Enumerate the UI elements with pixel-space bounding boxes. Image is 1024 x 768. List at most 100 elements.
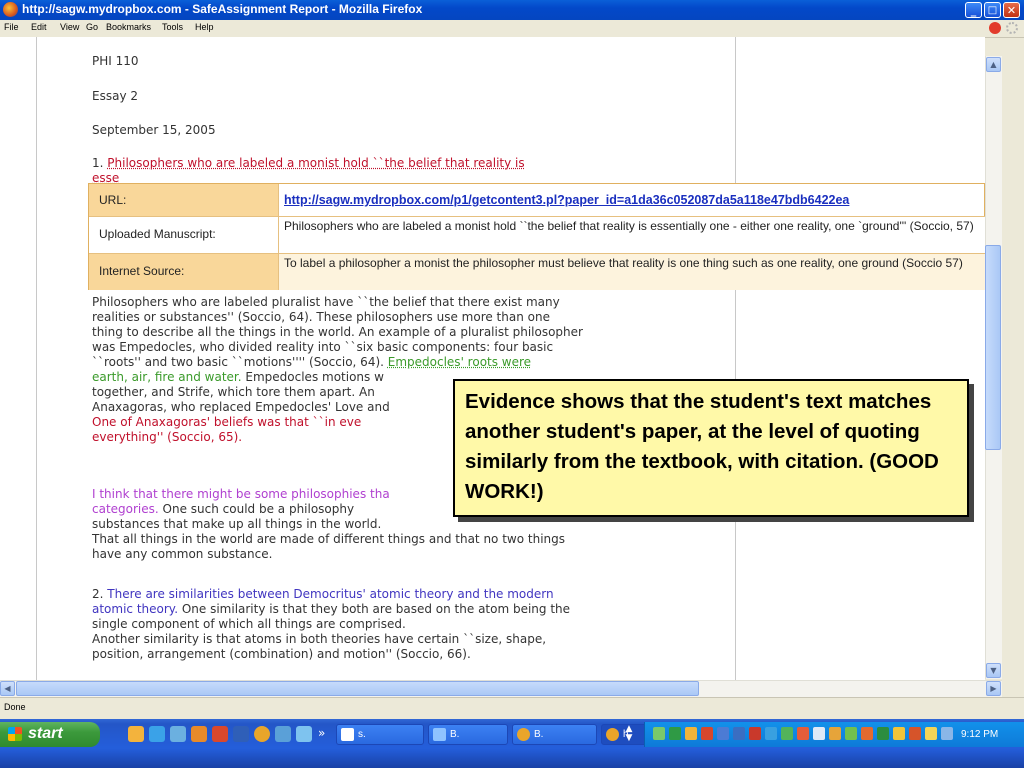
p2-line: realities or substances'' (Soccio, 64). …: [92, 310, 550, 324]
quicklaunch-more-icon[interactable]: »: [318, 726, 325, 740]
firefox-icon: [517, 728, 530, 741]
window-title: http://sagw.mydropbox.com - SafeAssignme…: [22, 2, 423, 16]
p3-line: have any common substance.: [92, 547, 273, 561]
source-url-link[interactable]: http://sagw.mydropbox.com/p1/getcontent3…: [284, 193, 849, 207]
menu-go[interactable]: Go: [86, 22, 98, 32]
popup-row-manuscript: Uploaded Manuscript: Philosophers who ar…: [89, 216, 986, 254]
scroll-up-arrow-icon[interactable]: ▲: [986, 57, 1001, 72]
manuscript-label: Uploaded Manuscript:: [89, 217, 279, 254]
title-bar: http://sagw.mydropbox.com - SafeAssignme…: [0, 0, 1024, 20]
menu-file[interactable]: File: [4, 22, 19, 32]
menu-tools[interactable]: Tools: [162, 22, 183, 32]
stop-icon[interactable]: [989, 22, 1001, 34]
p2-line: thing to describe all the things in the …: [92, 325, 583, 339]
tray-app-icon[interactable]: [765, 727, 777, 740]
match-highlight[interactable]: There are similarities between Democritu…: [107, 587, 553, 601]
tray-app-icon[interactable]: [829, 727, 841, 740]
tray-network-icon[interactable]: [653, 727, 665, 740]
tray-app-icon[interactable]: [749, 727, 761, 740]
quicklaunch-app-icon[interactable]: [212, 726, 228, 742]
tray-app-icon[interactable]: [941, 727, 953, 740]
report-content: PHI 110 Essay 2 September 15, 2005 1. Ph…: [0, 37, 985, 680]
match-highlight[interactable]: Empedocles' roots were: [388, 355, 531, 369]
p4-line: atomic theory. One similarity is that th…: [92, 602, 571, 616]
status-text: Done: [4, 702, 26, 712]
menu-edit[interactable]: Edit: [31, 22, 47, 32]
taskbar-item[interactable]: B.: [512, 724, 597, 745]
course-line: PHI 110: [92, 54, 139, 68]
start-button[interactable]: start: [0, 722, 100, 747]
p4-line: single component of which all things are…: [92, 617, 406, 631]
page-border-left: [36, 37, 37, 680]
tray-app-icon[interactable]: [861, 727, 873, 740]
scroll-left-arrow-icon[interactable]: ◀: [0, 681, 15, 696]
quicklaunch-user-icon[interactable]: [128, 726, 144, 742]
match-details-popup: URL: http://sagw.mydropbox.com/p1/getcon…: [88, 183, 986, 290]
quicklaunch-firefox-icon[interactable]: [254, 726, 270, 742]
match-highlight[interactable]: atomic theory.: [92, 602, 178, 616]
taskbar-item[interactable]: s.: [336, 724, 424, 745]
close-button[interactable]: ✕: [1003, 2, 1020, 18]
essay-line: Essay 2: [92, 89, 138, 103]
tray-app-icon[interactable]: [909, 727, 921, 740]
tray-app-icon[interactable]: [733, 727, 745, 740]
p4-line: Another similarity is that atoms in both…: [92, 632, 547, 646]
menu-view[interactable]: View: [60, 22, 79, 32]
tray-app-icon[interactable]: [893, 727, 905, 740]
tray-app-icon[interactable]: [685, 727, 697, 740]
tray-app-icon[interactable]: [717, 727, 729, 740]
tray-app-icon[interactable]: [701, 727, 713, 740]
manuscript-text: Philosophers who are labeled a monist ho…: [284, 219, 974, 233]
popup-row-source: Internet Source: To label a philosopher …: [89, 253, 986, 290]
tray-app-icon[interactable]: [797, 727, 809, 740]
document-icon: [341, 728, 354, 741]
internet-source-text: To label a philosopher a monist the phil…: [284, 256, 963, 270]
browser-icon: [433, 728, 446, 741]
maximize-button[interactable]: □: [984, 2, 1001, 18]
url-label: URL:: [89, 184, 279, 216]
tray-app-icon[interactable]: [813, 727, 825, 740]
tray-app-icon[interactable]: [877, 727, 889, 740]
tray-app-icon[interactable]: [669, 727, 681, 740]
p2-line: was Empedocles, who divided reality into…: [92, 340, 554, 354]
match-highlight[interactable]: earth, air, fire and water.: [92, 370, 242, 384]
paragraph-4: 2. There are similarities between Democr…: [92, 587, 686, 662]
p1-line[interactable]: 1. Philosophers who are labeled a monist…: [92, 156, 686, 171]
taskbar-scroll-arrows-icon[interactable]: ▲ ▼: [622, 725, 636, 743]
vertical-scroll-thumb[interactable]: [985, 245, 1001, 450]
p3-line: substances that make up all things in th…: [92, 517, 382, 531]
p2-line: Philosophers who are labeled pluralist h…: [92, 295, 560, 309]
quicklaunch-app-icon[interactable]: [191, 726, 207, 742]
scroll-down-arrow-icon[interactable]: ▼: [986, 663, 1001, 678]
p3-line: That all things in the world are made of…: [92, 532, 565, 546]
quicklaunch-app-icon[interactable]: [296, 726, 312, 742]
taskbar-item[interactable]: B.: [428, 724, 508, 745]
system-tray: 9:12 PM: [644, 722, 1024, 747]
quicklaunch-word-icon[interactable]: [233, 726, 249, 742]
firefox-icon: [606, 728, 619, 741]
menu-help[interactable]: Help: [195, 22, 214, 32]
callout-text: Evidence shows that the student's text m…: [465, 390, 939, 503]
menu-bookmarks[interactable]: Bookmarks: [106, 22, 151, 32]
evidence-callout: Evidence shows that the student's text m…: [453, 379, 969, 517]
p4-line: 2. There are similarities between Democr…: [92, 587, 554, 601]
match-highlight[interactable]: categories.: [92, 502, 159, 516]
date-line: September 15, 2005: [92, 123, 216, 137]
quicklaunch-app-icon[interactable]: [149, 726, 165, 742]
menu-bar: File Edit View Go Bookmarks Tools Help: [0, 20, 1024, 38]
tray-app-icon[interactable]: [781, 727, 793, 740]
tray-app-icon[interactable]: [845, 727, 857, 740]
p2-line: ``roots'' and two basic ``motions'''' (S…: [92, 355, 532, 369]
internet-source-label: Internet Source:: [89, 254, 279, 290]
status-bar: Done: [0, 697, 1024, 719]
windows-flag-icon: [8, 727, 22, 741]
minimize-button[interactable]: _: [965, 2, 982, 18]
quicklaunch-ie-icon[interactable]: [170, 726, 186, 742]
scroll-right-arrow-icon[interactable]: ▶: [986, 681, 1001, 696]
firefox-icon: [3, 2, 18, 17]
quicklaunch-app-icon[interactable]: [275, 726, 291, 742]
clock[interactable]: 9:12 PM: [961, 729, 998, 740]
horizontal-scroll-thumb[interactable]: [16, 681, 699, 696]
popup-row-url: URL: http://sagw.mydropbox.com/p1/getcon…: [89, 184, 986, 216]
tray-app-icon[interactable]: [925, 727, 937, 740]
